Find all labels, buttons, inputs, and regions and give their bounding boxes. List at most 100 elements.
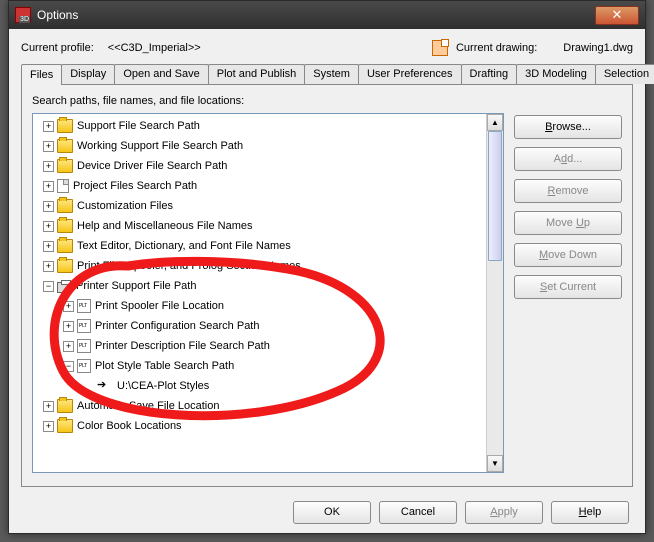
title-bar[interactable]: Options ✕ <box>9 1 645 29</box>
close-button[interactable]: ✕ <box>595 6 639 25</box>
tree-node[interactable]: + Print File, Spooler, and Prolog Section… <box>37 256 486 276</box>
doc-icon <box>57 179 69 193</box>
folder-icon <box>57 139 73 153</box>
header-row: Current profile: <<C3D_Imperial>> Curren… <box>21 37 633 59</box>
tree-node-label: U:\CEA-Plot Styles <box>117 380 209 392</box>
tree-node-label: Working Support File Search Path <box>77 140 243 152</box>
tree-node[interactable]: +Printer Configuration Search Path <box>37 316 486 336</box>
browse-button[interactable]: Browse... <box>514 115 622 139</box>
set-current-button[interactable]: Set Current <box>514 275 622 299</box>
add-button[interactable]: Add... <box>514 147 622 171</box>
expand-icon[interactable]: + <box>43 201 54 212</box>
tree-node-label: Printer Description File Search Path <box>95 340 270 352</box>
tree-node-label: Plot Style Table Search Path <box>95 360 234 372</box>
plt-icon <box>77 319 91 333</box>
tab-user-prefs[interactable]: User Preferences <box>358 64 462 84</box>
tab-page-files: Search paths, file names, and file locat… <box>21 85 633 487</box>
tab-selection[interactable]: Selection <box>595 64 654 84</box>
folder-icon <box>57 239 73 253</box>
drawing-label: Current drawing: <box>456 42 537 54</box>
tree-node[interactable]: +Automatic Save File Location <box>37 396 486 416</box>
expand-icon[interactable]: + <box>43 161 54 172</box>
expand-icon[interactable]: + <box>63 301 74 312</box>
folder-icon <box>57 419 73 433</box>
tree-node-label: Help and Miscellaneous File Names <box>77 220 252 232</box>
tab-strip: Files Display Open and Save Plot and Pub… <box>21 63 633 85</box>
tab-plot-publish[interactable]: Plot and Publish <box>208 64 306 84</box>
tab-drafting[interactable]: Drafting <box>461 64 518 84</box>
tree-node[interactable]: + Support File Search Path <box>37 116 486 136</box>
options-dialog: Options ✕ Current profile: <<C3D_Imperia… <box>8 0 646 534</box>
tree-node[interactable]: + Text Editor, Dictionary, and Font File … <box>37 236 486 256</box>
expand-icon[interactable]: + <box>43 221 54 232</box>
tab-3d-modeling[interactable]: 3D Modeling <box>516 64 596 84</box>
plt-icon <box>77 359 91 373</box>
expand-icon[interactable]: + <box>43 421 54 432</box>
folder-icon <box>57 219 73 233</box>
expand-icon[interactable]: + <box>43 241 54 252</box>
remove-button[interactable]: Remove <box>514 179 622 203</box>
tree-node[interactable]: + Device Driver File Search Path <box>37 156 486 176</box>
tree-node-label: Project Files Search Path <box>73 180 197 192</box>
plt-icon <box>77 299 91 313</box>
expand-icon[interactable]: + <box>43 181 54 192</box>
cancel-button[interactable]: Cancel <box>379 501 457 524</box>
tree-spacer <box>83 381 94 392</box>
tree-node[interactable]: + Customization Files <box>37 196 486 216</box>
tree-node-label: Color Book Locations <box>77 420 182 432</box>
folder-icon <box>57 259 73 273</box>
folder-icon <box>57 119 73 133</box>
tree-node-label: Support File Search Path <box>77 120 200 132</box>
expand-icon[interactable]: + <box>43 401 54 412</box>
collapse-icon[interactable]: − <box>63 361 74 372</box>
scroll-thumb[interactable] <box>488 131 502 261</box>
drawing-icon <box>432 40 448 56</box>
tree-node[interactable]: − Plot Style Table Search Path <box>37 356 486 376</box>
expand-icon[interactable]: + <box>43 141 54 152</box>
tree-node[interactable]: + Color Book Locations <box>37 416 486 436</box>
scroll-up-icon[interactable]: ▲ <box>487 114 503 131</box>
tree-node-label: Customization Files <box>77 200 173 212</box>
files-instruction: Search paths, file names, and file locat… <box>32 95 622 107</box>
tab-open-save[interactable]: Open and Save <box>114 64 208 84</box>
tree-scrollbar[interactable]: ▲ ▼ <box>486 114 503 472</box>
arrow-icon <box>97 379 113 393</box>
tree-node[interactable]: + Help and Miscellaneous File Names <box>37 216 486 236</box>
tab-display[interactable]: Display <box>61 64 115 84</box>
collapse-icon[interactable]: − <box>43 281 54 292</box>
tree-node-label: Printer Support File Path <box>76 280 196 292</box>
tree-view[interactable]: + Support File Search Path + Working Suppor… <box>32 113 504 473</box>
printer-icon <box>57 282 72 293</box>
expand-icon[interactable]: + <box>63 321 74 332</box>
tree-node[interactable]: U:\CEA-Plot Styles <box>37 376 486 396</box>
tree-node[interactable]: + Printer Description File Search Path <box>37 336 486 356</box>
apply-button[interactable]: Apply <box>465 501 543 524</box>
drawing-value: Drawing1.dwg <box>563 42 633 54</box>
tree-node-label: Print File, Spooler, and Prolog Section … <box>77 260 301 272</box>
plt-icon <box>77 339 91 353</box>
window-title: Options <box>37 8 595 22</box>
tab-files[interactable]: Files <box>21 64 62 85</box>
scroll-down-icon[interactable]: ▼ <box>487 455 503 472</box>
move-up-button[interactable]: Move Up <box>514 211 622 235</box>
tree-node[interactable]: + Working Support File Search Path <box>37 136 486 156</box>
folder-icon <box>57 159 73 173</box>
tree-node-label: Text Editor, Dictionary, and Font File N… <box>77 240 291 252</box>
tab-system[interactable]: System <box>304 64 359 84</box>
folder-icon <box>57 199 73 213</box>
profile-label: Current profile: <box>21 42 94 54</box>
tree-node-label: Print Spooler File Location <box>95 300 224 312</box>
expand-icon[interactable]: + <box>63 341 74 352</box>
expand-icon[interactable]: + <box>43 121 54 132</box>
move-down-button[interactable]: Move Down <box>514 243 622 267</box>
tree-node-label: Device Driver File Search Path <box>77 160 227 172</box>
help-button[interactable]: Help <box>551 501 629 524</box>
folder-icon <box>57 399 73 413</box>
tree-node[interactable]: + Print Spooler File Location <box>37 296 486 316</box>
expand-icon[interactable]: + <box>43 261 54 272</box>
tree-node[interactable]: + Project Files Search Path <box>37 176 486 196</box>
ok-button[interactable]: OK <box>293 501 371 524</box>
dialog-footer: OK Cancel Apply Help <box>9 491 645 533</box>
side-button-panel: Browse... Add... Remove Move Up Move Dow… <box>514 113 622 473</box>
tree-node[interactable]: − Printer Support File Path <box>37 276 486 296</box>
